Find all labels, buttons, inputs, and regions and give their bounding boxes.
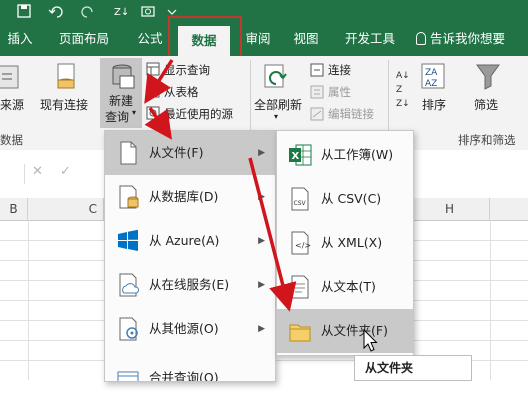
annotation-arrow [248,157,297,312]
annotation-arrow [144,59,174,104]
annotation-arrow [144,107,172,140]
annotation-overlay [144,59,378,352]
mouse-cursor-icon [363,328,378,352]
